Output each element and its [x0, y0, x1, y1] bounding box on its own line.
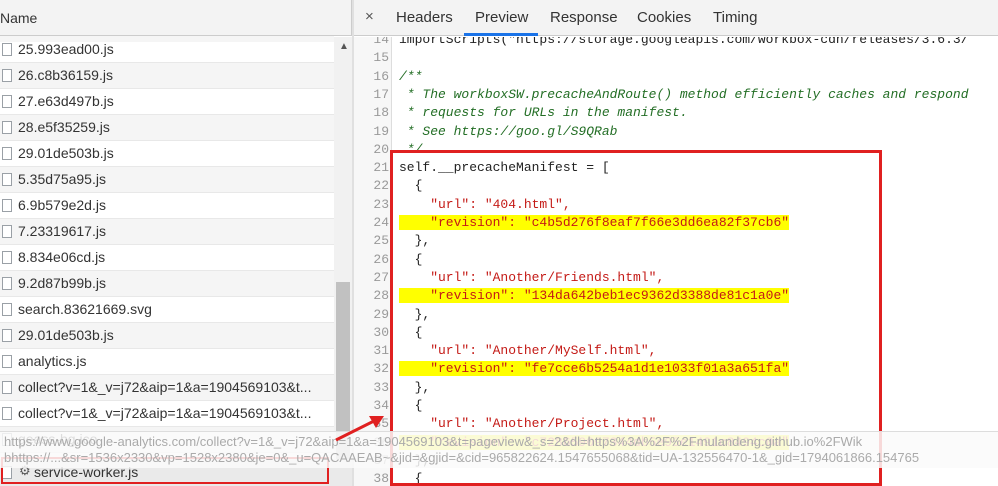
line-number: 23	[373, 196, 389, 212]
request-name: 28.e5f35259.js	[18, 119, 110, 135]
line-number: 35	[373, 416, 389, 432]
file-icon	[2, 225, 12, 238]
line-number: 14	[373, 37, 389, 47]
line-number: 20	[373, 141, 389, 157]
line-number: 17	[373, 86, 389, 102]
code-line: 16 /**	[354, 69, 998, 87]
file-icon	[2, 381, 12, 394]
line-number: 15	[373, 50, 389, 66]
request-name: 25.993ead00.js	[18, 41, 114, 57]
line-number: 34	[373, 398, 389, 413]
tab-cookies[interactable]: Cookies	[637, 9, 691, 26]
code-line: 14 importScripts("https://storage.googlea…	[354, 37, 998, 50]
file-icon	[2, 43, 12, 56]
request-row[interactable]: 9.2d87b99b.js	[0, 271, 334, 297]
file-icon	[2, 199, 12, 212]
request-row[interactable]: 7.23319617.js	[0, 219, 334, 245]
request-name: search.83621669.svg	[18, 301, 152, 317]
request-list-scrollbar[interactable]: ▲ ▼	[334, 37, 352, 486]
request-name: 29.01de503b.js	[18, 145, 114, 161]
request-row[interactable]: 26.c8b36159.js	[0, 63, 334, 89]
tooltip-line-2: bhttps://...&sr=1536x2330&vp=1528x2380&j…	[4, 450, 920, 465]
request-row[interactable]: 28.e5f35259.js	[0, 115, 334, 141]
request-name: 29.01de503b.js	[18, 327, 114, 343]
line-number: 21	[373, 160, 389, 176]
request-name: 6.9b579e2d.js	[18, 197, 106, 213]
file-icon	[2, 95, 12, 108]
line-number: 38	[373, 471, 389, 486]
line-number: 31	[373, 343, 389, 359]
file-icon	[2, 407, 12, 420]
scroll-up-icon[interactable]: ▲	[339, 41, 349, 52]
line-number: 24	[373, 215, 389, 230]
request-row[interactable]: 6.9b579e2d.js	[0, 193, 334, 219]
url-tooltip: https://www.google-analytics.com/collect…	[0, 431, 998, 468]
request-name: 9.2d87b99b.js	[18, 275, 106, 291]
request-row[interactable]: 29.01de503b.js	[0, 323, 334, 349]
request-name: 5.35d75a95.js	[18, 171, 106, 187]
line-number: 26	[373, 251, 389, 267]
file-icon	[2, 251, 12, 264]
tooltip-line-1: https://www.google-analytics.com/collect…	[4, 434, 863, 449]
request-row[interactable]: 27.e63d497b.js	[0, 89, 334, 115]
code-text: /**	[399, 68, 423, 84]
active-tab-indicator	[464, 33, 538, 36]
code-text: * requests for URLs in the manifest.	[399, 105, 688, 121]
request-row[interactable]: collect?v=1&_v=j72&aip=1&a=1904569103&t.…	[0, 375, 334, 401]
code-line: 17 * The workboxSW.precacheAndRoute() me…	[354, 87, 998, 105]
file-icon	[2, 173, 12, 186]
name-column-label: Name	[0, 10, 38, 26]
tab-response[interactable]: Response	[550, 9, 618, 26]
file-icon	[2, 277, 12, 290]
request-list-pane: Name 25.993ead00.js 26.c8b36159.js 27.e63d…	[0, 0, 354, 486]
request-name: collect?v=1&_v=j72&aip=1&a=1904569103&t.…	[18, 379, 312, 395]
file-icon	[2, 329, 12, 342]
file-icon	[2, 355, 12, 368]
request-row[interactable]: 29.01de503b.js	[0, 141, 334, 167]
tab-timing[interactable]: Timing	[713, 9, 757, 26]
request-name: analytics.js	[18, 353, 87, 369]
line-number: 30	[373, 324, 389, 340]
file-icon	[2, 303, 12, 316]
line-number: 29	[373, 306, 389, 322]
request-name: 26.c8b36159.js	[18, 67, 113, 83]
request-row[interactable]: collect?v=1&_v=j72&aip=1&a=1904569103&t.…	[0, 401, 334, 427]
line-number: 28	[373, 288, 389, 304]
line-number: 18	[373, 105, 389, 121]
code-text: * The workboxSW.precacheAndRoute() metho…	[399, 86, 969, 102]
name-column-header[interactable]: Name	[0, 0, 352, 36]
code-text: importScripts("https://storage.googleapi…	[399, 37, 969, 47]
request-name: 8.834e06cd.js	[18, 249, 106, 265]
line-number: 19	[373, 123, 389, 139]
code-text: * See https://goo.gl/S9QRab	[399, 123, 618, 139]
line-number: 16	[373, 68, 389, 84]
request-row[interactable]: search.83621669.svg	[0, 297, 334, 323]
code-line: 15	[354, 50, 998, 68]
request-name: 7.23319617.js	[18, 223, 106, 239]
line-number: 27	[373, 269, 389, 285]
file-icon	[2, 147, 12, 160]
close-icon[interactable]: ×	[365, 8, 374, 25]
code-line: 18 * requests for URLs in the manifest.	[354, 105, 998, 123]
line-number: 25	[373, 233, 389, 249]
line-number: 32	[373, 361, 389, 377]
request-row[interactable]: 8.834e06cd.js	[0, 245, 334, 271]
request-name: collect?v=1&_v=j72&aip=1&a=1904569103&t.…	[18, 405, 312, 421]
request-name: 27.e63d497b.js	[18, 93, 114, 109]
file-icon	[2, 69, 12, 82]
request-row[interactable]: 5.35d75a95.js	[0, 167, 334, 193]
line-number: 22	[373, 178, 389, 194]
file-icon	[2, 121, 12, 134]
code-line: 19 * See https://goo.gl/S9QRab	[354, 124, 998, 142]
request-row[interactable]: analytics.js	[0, 349, 334, 375]
tab-preview[interactable]: Preview	[475, 9, 528, 26]
request-row[interactable]: 25.993ead00.js	[0, 37, 334, 63]
line-number: 33	[373, 379, 389, 395]
request-list: 25.993ead00.js 26.c8b36159.js 27.e63d497b.…	[0, 37, 334, 453]
detail-tab-bar: × Headers Preview Response Cookies Timin…	[354, 0, 998, 36]
tab-headers[interactable]: Headers	[396, 9, 453, 26]
